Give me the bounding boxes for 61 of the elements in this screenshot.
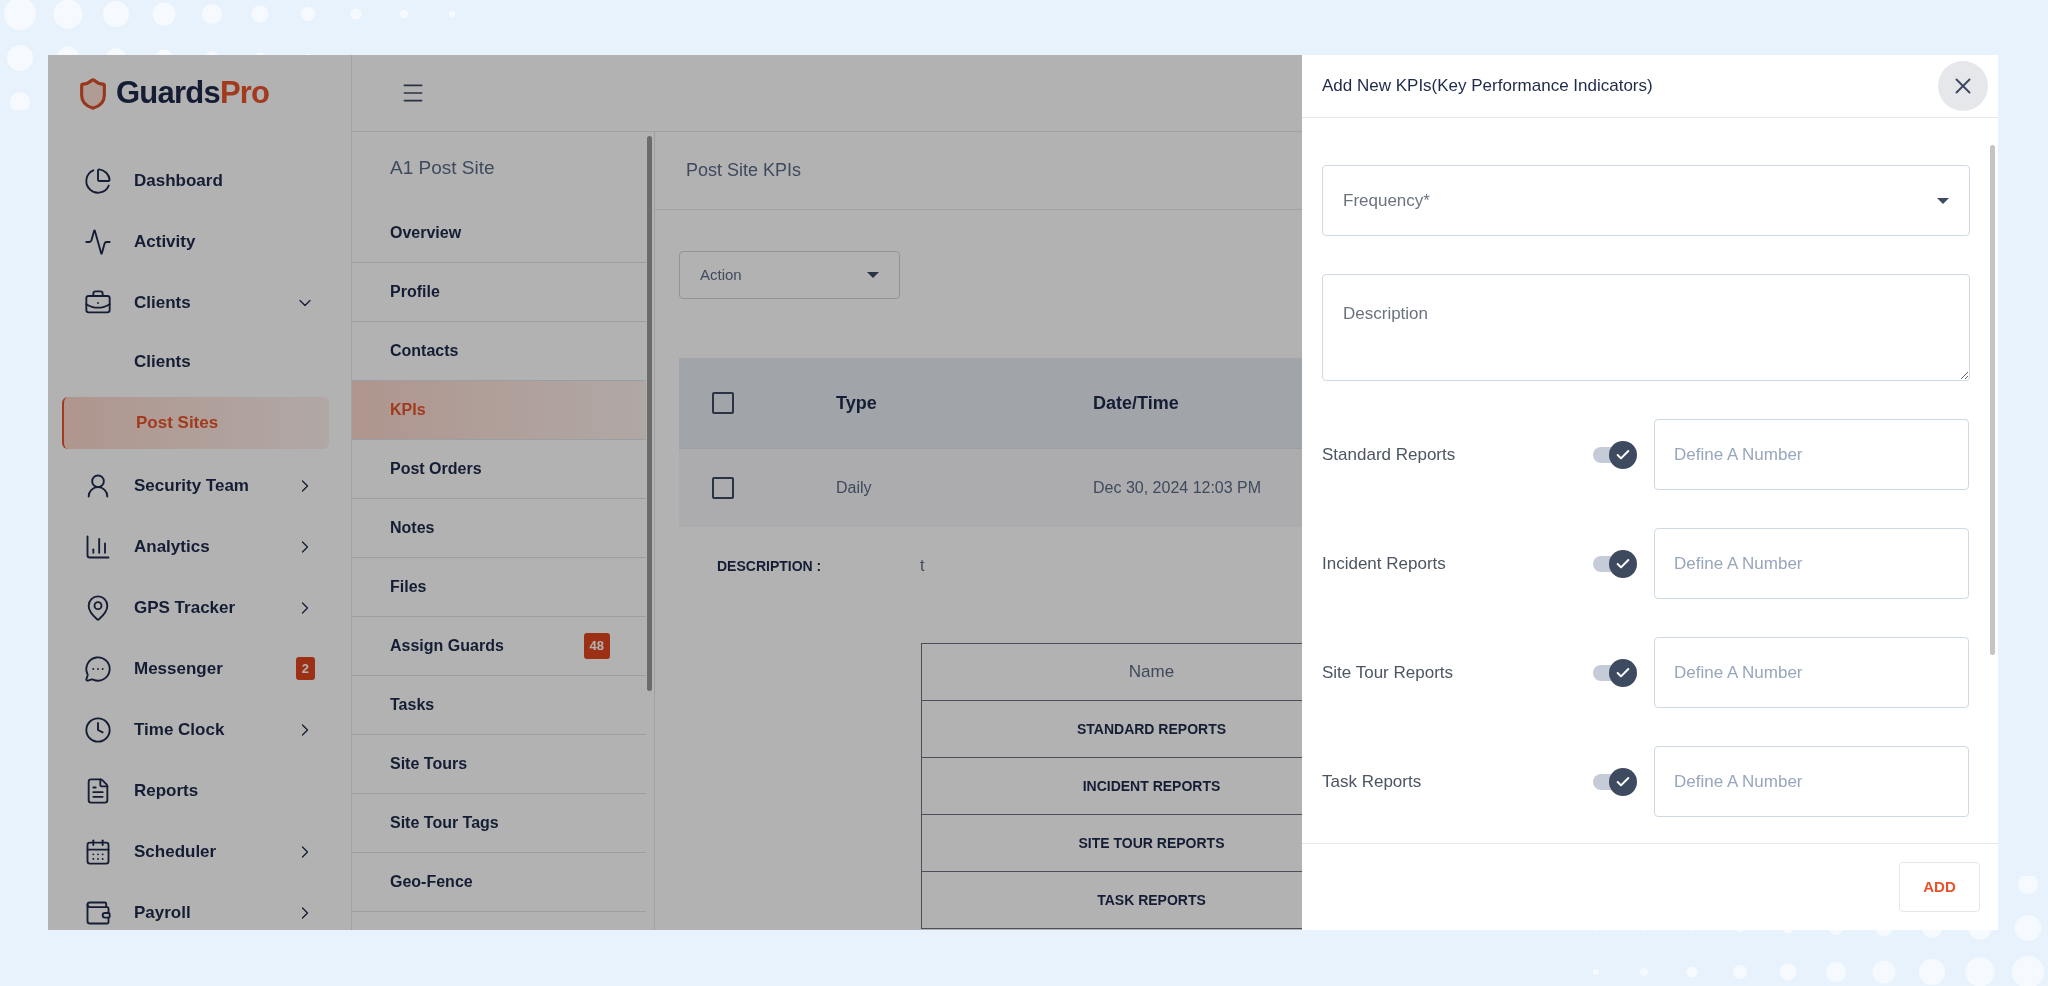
dropdown-caret-icon xyxy=(867,272,879,278)
toggle-switch[interactable] xyxy=(1593,439,1637,470)
checkbox[interactable] xyxy=(712,392,734,414)
report-label: Incident Reports xyxy=(1322,552,1447,575)
sidebar-subitem[interactable]: Clients xyxy=(48,333,351,391)
toggle-switch[interactable] xyxy=(1593,766,1637,797)
number-input[interactable]: Define A Number xyxy=(1654,528,1969,599)
site-menu-item[interactable]: Notes xyxy=(352,499,646,558)
nav-icon xyxy=(84,166,112,195)
column-header: Type xyxy=(836,391,878,415)
report-label: Standard Reports xyxy=(1322,443,1457,466)
sidebar-item[interactable]: Messenger 2 xyxy=(48,638,351,699)
site-menu-item[interactable]: Overview xyxy=(352,204,646,263)
scrollbar[interactable] xyxy=(647,136,652,691)
count-badge: 48 xyxy=(583,633,610,659)
checkbox[interactable] xyxy=(712,477,734,499)
site-menu-item[interactable]: Post Orders xyxy=(352,440,646,499)
action-select[interactable]: Action xyxy=(679,251,900,299)
sidebar-item[interactable]: Clients xyxy=(48,272,351,333)
site-menu-item[interactable]: Site Tour Tags xyxy=(352,794,646,853)
site-menu-item[interactable]: Files xyxy=(352,558,646,617)
description-value: t xyxy=(920,556,925,576)
sidebar-item[interactable]: Activity xyxy=(48,211,351,272)
table-cell-text: Daily xyxy=(836,478,873,498)
frequency-select[interactable]: Frequency* xyxy=(1322,165,1970,236)
sidebar-item[interactable]: Dashboard xyxy=(48,150,351,211)
nav-icon xyxy=(84,227,112,256)
column-header: Date/Time xyxy=(1093,391,1179,415)
report-label: Task Reports xyxy=(1322,770,1423,793)
toggle-switch[interactable] xyxy=(1593,657,1637,688)
site-menu-item[interactable]: Assign Guards 48 xyxy=(352,617,646,676)
count-badge: 2 xyxy=(295,656,315,681)
table-cell-text: Dec 30, 2024 12:03 PM xyxy=(1093,478,1262,498)
toggle-switch[interactable] xyxy=(1593,548,1637,579)
dropdown-caret-icon xyxy=(1937,197,1949,204)
brand-logo: GuardsPro xyxy=(116,74,270,113)
site-menu-item[interactable]: Site Tours xyxy=(352,735,646,794)
add-button[interactable]: ADD xyxy=(1899,862,1980,912)
description-label: DESCRIPTION : xyxy=(717,556,823,576)
sidebar-item[interactable]: Scheduler xyxy=(48,821,351,882)
site-menu-item[interactable]: Geo-Fence xyxy=(352,853,646,912)
site-menu-title: A1 Post Site xyxy=(389,155,496,180)
sidebar-item[interactable]: Reports xyxy=(48,760,351,821)
sidebar-item[interactable]: GPS Tracker xyxy=(48,577,351,638)
sidebar-item[interactable]: Time Clock xyxy=(48,699,351,760)
sidebar-item[interactable]: Security Team xyxy=(48,455,351,516)
number-input[interactable]: Define A Number xyxy=(1654,746,1969,817)
number-input[interactable]: Define A Number xyxy=(1654,419,1969,490)
nav-icon xyxy=(84,715,112,744)
close-button[interactable] xyxy=(1938,61,1988,111)
sidebar-item[interactable]: Payroll xyxy=(48,882,351,930)
nav-icon xyxy=(84,654,112,683)
sidebar-item[interactable]: Analytics xyxy=(48,516,351,577)
site-menu-item[interactable]: Tasks xyxy=(352,676,646,735)
scrollbar[interactable] xyxy=(1990,145,1995,655)
site-menu-item[interactable]: Profile xyxy=(352,263,646,322)
number-input[interactable]: Define A Number xyxy=(1654,637,1969,708)
drawer-title: Add New KPIs(Key Performance Indicators) xyxy=(1322,75,1654,98)
report-label: Site Tour Reports xyxy=(1322,661,1455,684)
nav-icon xyxy=(84,837,112,866)
description-field[interactable]: Description xyxy=(1322,274,1970,381)
